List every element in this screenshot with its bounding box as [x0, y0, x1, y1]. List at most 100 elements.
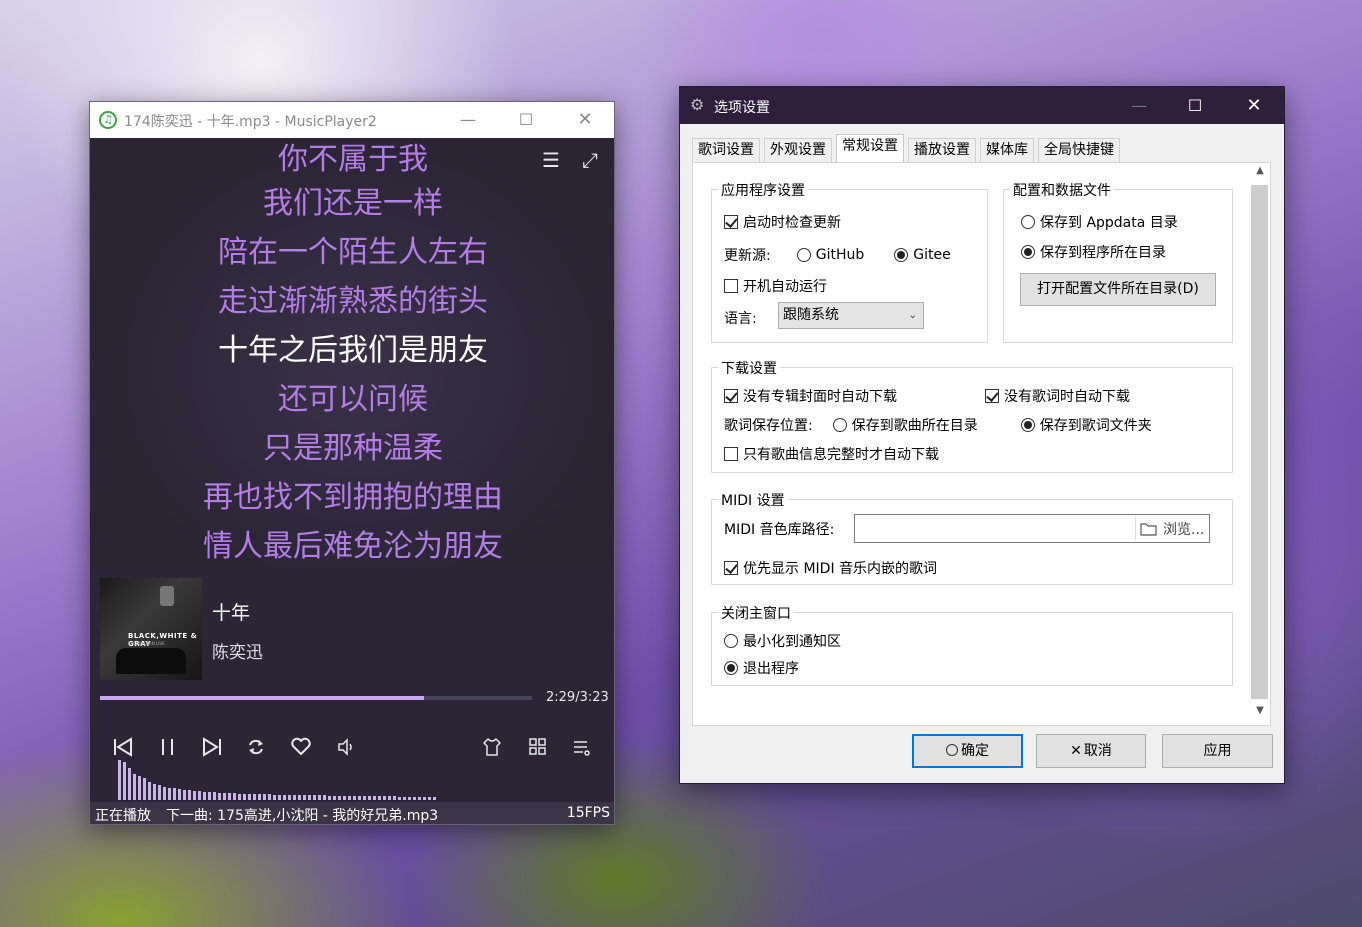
spectrum-bar [368, 796, 371, 800]
only-complete-option[interactable]: 只有歌曲信息完整时才自动下载 [724, 444, 939, 464]
language-select[interactable]: 跟随系统 ⌄ [778, 302, 924, 329]
save-appdata-option[interactable]: 保存到 Appdata 目录 [1021, 212, 1178, 232]
spectrum-bar [218, 793, 221, 800]
playlist-icon[interactable] [571, 736, 593, 758]
spectrum-bar [198, 791, 201, 800]
spectrum-bar [268, 794, 271, 800]
spectrum-bar [183, 790, 186, 800]
spectrum-bar [193, 791, 196, 800]
open-config-dir-button[interactable]: 打开配置文件所在目录(D) [1020, 273, 1216, 306]
spectrum-bar [348, 796, 351, 800]
download-settings-label: 下载设置 [718, 358, 780, 378]
auto-cover-option[interactable]: 没有专辑封面时自动下载 [724, 386, 897, 406]
gitee-label[interactable]: Gitee [913, 247, 950, 263]
spectrum-bar [413, 797, 416, 800]
spectrum-bar [243, 794, 246, 800]
general-settings-panel: 应用程序设置 启动时检查更新 更新源: GitHub Gitee 开机自动运行 … [692, 162, 1271, 726]
media-library-icon[interactable] [527, 736, 549, 758]
album-cover[interactable]: BLACK,WHITE & GRAY EASON CHAN LIVE [100, 578, 202, 680]
maximize-button[interactable]: ☐ [497, 102, 555, 138]
spectrum-bar [283, 795, 286, 800]
save-to-song-dir-label[interactable]: 保存到歌曲所在目录 [852, 415, 978, 435]
auto-cover-checkbox[interactable] [724, 389, 738, 403]
ok-label: 确定 [961, 743, 989, 759]
tab-playback[interactable]: 播放设置 [908, 138, 976, 162]
spectrum-bar [258, 794, 261, 800]
browse-button[interactable]: 浏览... [1135, 517, 1210, 540]
prefer-embedded-option[interactable]: 优先显示 MIDI 音乐内嵌的歌词 [724, 558, 937, 578]
tab-lyrics[interactable]: 歌词设置 [692, 138, 760, 162]
exit-program-radio[interactable] [724, 661, 738, 675]
save-to-song-dir-radio[interactable] [832, 418, 847, 432]
spectrum-bar [233, 793, 236, 800]
spectrum-bar [378, 796, 381, 800]
status-bar: 正在播放 下一曲: 175高进,小沈阳 - 我的好兄弟.mp3 15FPS [90, 802, 614, 824]
lyric-line: 情人最后难免沦为朋友 [203, 529, 503, 564]
spectrum-bar [248, 794, 251, 800]
tab-general[interactable]: 常规设置 [836, 134, 904, 162]
spectrum-bar [323, 795, 326, 800]
tab-hotkeys[interactable]: 全局快捷键 [1038, 138, 1120, 162]
cancel-icon: ✕ [1070, 743, 1082, 759]
cover-lamp [160, 586, 174, 606]
menu-icon[interactable]: ☰ [542, 148, 560, 172]
spectrum-bar [288, 795, 291, 800]
gitee-radio[interactable] [894, 248, 909, 262]
autostart-option[interactable]: 开机自动运行 [724, 276, 827, 296]
ok-button[interactable]: 确定 [912, 734, 1023, 768]
prefer-embedded-checkbox[interactable] [724, 561, 738, 575]
minimize-button[interactable]: — [439, 102, 497, 138]
github-radio[interactable] [796, 248, 811, 262]
spectrum-bar [143, 778, 146, 800]
minimize-tray-option[interactable]: 最小化到通知区 [724, 631, 841, 651]
minimize-tray-label: 最小化到通知区 [743, 634, 841, 650]
save-program-dir-radio[interactable] [1021, 245, 1035, 259]
scroll-down-icon[interactable]: ▼ [1253, 705, 1267, 716]
close-button[interactable]: ✕ [556, 102, 614, 138]
save-appdata-radio[interactable] [1021, 215, 1035, 229]
app-settings-label: 应用程序设置 [718, 180, 808, 200]
scrollbar-thumb[interactable] [1251, 185, 1268, 699]
fullscreen-icon[interactable]: ⤢ [582, 148, 598, 172]
spectrum-bar [238, 794, 241, 800]
save-to-lyric-dir-label[interactable]: 保存到歌词文件夹 [1040, 415, 1152, 435]
check-update-label: 启动时检查更新 [743, 215, 841, 231]
maximize-button[interactable]: ☐ [1166, 87, 1224, 124]
cancel-label: 取消 [1083, 743, 1112, 759]
app-settings-group: 应用程序设置 启动时检查更新 更新源: GitHub Gitee 开机自动运行 … [711, 180, 988, 343]
tab-media-library[interactable]: 媒体库 [980, 138, 1034, 162]
check-update-checkbox[interactable] [724, 215, 738, 229]
check-update-option[interactable]: 启动时检查更新 [724, 212, 841, 232]
save-program-dir-option[interactable]: 保存到程序所在目录 [1021, 242, 1166, 262]
language-row: 语言: [724, 308, 757, 328]
progress-bar[interactable] [100, 696, 532, 700]
autostart-checkbox[interactable] [724, 279, 738, 293]
save-to-lyric-dir-radio[interactable] [1020, 418, 1035, 432]
scroll-up-icon[interactable]: ▲ [1253, 165, 1267, 176]
music-note-icon: ♫ [99, 111, 117, 129]
auto-lyric-checkbox[interactable] [985, 389, 999, 403]
cover-piano [116, 648, 186, 674]
close-button[interactable]: ✕ [1225, 87, 1283, 124]
exit-program-option[interactable]: 退出程序 [724, 658, 799, 678]
spectrum-bar [393, 796, 396, 800]
spectrum-bar [318, 795, 321, 800]
dialog-titlebar: ⚙ 选项设置 — ☐ ✕ [680, 87, 1284, 124]
status-fps: 15FPS [566, 805, 610, 821]
soundfont-path-input[interactable]: 浏览... [854, 514, 1210, 543]
language-value: 跟随系统 [783, 307, 839, 323]
apply-button[interactable]: 应用 [1162, 734, 1273, 768]
lyric-line: 只是那种温柔 [263, 431, 443, 466]
spectrum-bar [303, 795, 306, 800]
spectrum-bar [118, 760, 121, 800]
skin-icon[interactable] [481, 736, 503, 758]
only-complete-checkbox[interactable] [724, 447, 738, 461]
lyric-line-current: 十年之后我们是朋友 [218, 333, 488, 368]
cancel-button[interactable]: ✕ 取消 [1036, 734, 1146, 768]
minimize-tray-radio[interactable] [724, 634, 738, 648]
auto-lyric-option[interactable]: 没有歌词时自动下载 [985, 386, 1130, 406]
gear-icon: ⚙ [690, 95, 705, 114]
github-label[interactable]: GitHub [816, 247, 865, 263]
tab-appearance[interactable]: 外观设置 [764, 138, 832, 162]
spectrum-bar [338, 796, 341, 800]
